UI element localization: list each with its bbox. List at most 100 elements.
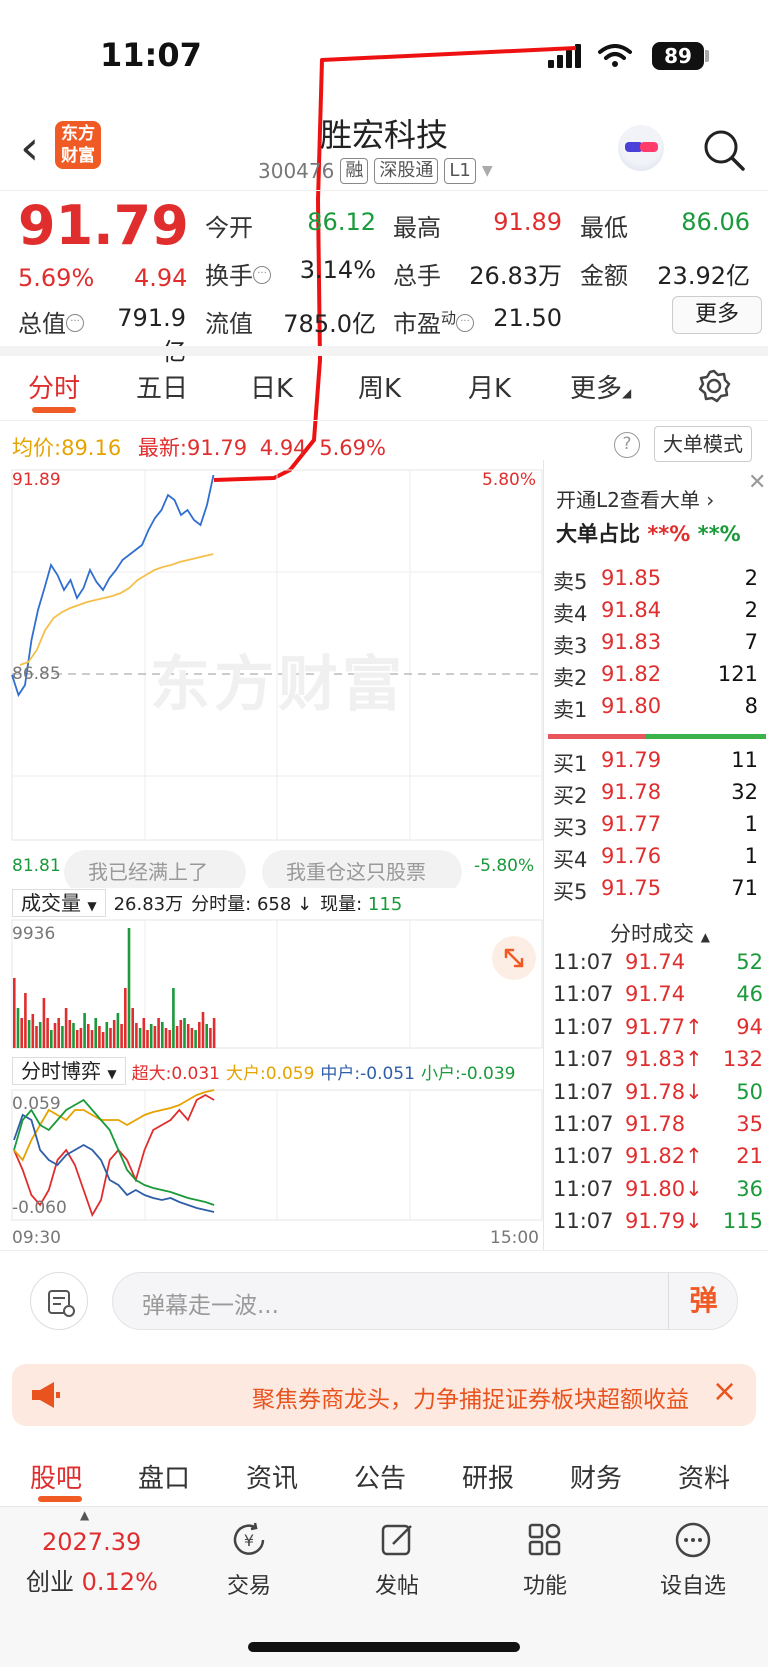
post-button[interactable]: 发帖 (342, 1516, 452, 1600)
volume-bar (64, 1008, 68, 1048)
volume-bar (50, 1030, 53, 1048)
index-value[interactable]: 2027.39 (42, 1528, 141, 1556)
volume-bar (138, 1028, 142, 1048)
volume-bar (127, 928, 131, 1048)
info-icon: ··· (253, 266, 271, 284)
help-icon[interactable]: ? (614, 432, 640, 458)
tab-profile[interactable]: 资料 (678, 1458, 730, 1495)
more-dots-icon (675, 1522, 711, 1558)
expand-icon[interactable] (492, 936, 536, 980)
tab-more[interactable]: 更多◢ (570, 368, 631, 405)
tab-finance[interactable]: 财务 (570, 1458, 622, 1495)
time-axis-end: 15:00 (490, 1228, 539, 1248)
volume-bar (83, 1013, 86, 1048)
add-watchlist-button[interactable]: 设自选 (638, 1516, 748, 1600)
tab-daily-k[interactable]: 日K (250, 368, 293, 405)
volume-bar (87, 1024, 90, 1048)
game-dropdown[interactable]: 分时博弈 ▼ (12, 1057, 126, 1085)
order-book-ratio-bar (548, 734, 766, 739)
stock-code-row[interactable]: 300476 融 深股通 L1 ▼ (258, 158, 493, 184)
time-axis-start: 09:30 (12, 1228, 61, 1248)
trade-button[interactable]: ¥ 交易 (194, 1516, 304, 1600)
trade-row: 11:07 91.83↑ 132 (553, 1047, 763, 1072)
tab-five-day[interactable]: 五日 (136, 368, 188, 405)
volume-bar (79, 1028, 83, 1048)
game-axis-max: 0.059 (12, 1094, 61, 1114)
volume-bar (72, 1023, 75, 1048)
price-axis-high: 91.89 (12, 470, 61, 490)
search-icon[interactable] (702, 128, 746, 172)
trade-row: 11:07 91.74 46 (553, 982, 763, 1007)
tag-connect: 深股通 (374, 158, 439, 184)
functions-button[interactable]: 功能 (490, 1516, 600, 1600)
tab-research[interactable]: 研报 (462, 1458, 514, 1495)
banner-text: 聚焦券商龙头，力争捕捉证券板块超额收益 (252, 1387, 689, 1413)
volume-bar (168, 1030, 171, 1048)
low-value: 86.06 (681, 208, 750, 236)
volume-dropdown[interactable]: 成交量 ▼ (12, 889, 106, 917)
panel-divider (543, 460, 544, 1250)
divider (0, 346, 768, 356)
trade-row: 11:07 91.78↓ 50 (553, 1079, 763, 1104)
home-indicator (248, 1642, 520, 1652)
big-order-mode-button[interactable]: 大单模式 (654, 426, 752, 462)
float-cap-value: 785.0亿 (283, 310, 376, 338)
float-cap-label: 流值 (205, 310, 253, 338)
tag-level: L1 (444, 158, 476, 184)
ask-row-1: 卖1 91.80 8 (553, 694, 758, 722)
volume-axis-max: 9936 (12, 924, 56, 944)
comment-list-icon[interactable] (30, 1272, 88, 1330)
index-name[interactable]: 创业 0.12% (26, 1562, 158, 1597)
volume-bar (24, 993, 27, 1048)
bid-row-2: 买2 91.78 32 (553, 780, 758, 808)
yen-icon: ¥ (233, 1522, 265, 1555)
volume-value: 26.83万 (469, 262, 562, 290)
tab-intraday[interactable]: 分时 (28, 368, 80, 405)
volume-bar (101, 1032, 105, 1048)
trades-title[interactable]: 分时成交 ▲ (610, 918, 710, 948)
tab-weekly-k[interactable]: 周K (358, 368, 401, 405)
tab-order-book[interactable]: 盘口 (138, 1458, 190, 1495)
danmu-button[interactable]: 弹 (668, 1272, 738, 1330)
market-cap-value: 791.9亿 (117, 304, 186, 366)
info-icon: ··· (456, 314, 475, 332)
more-button[interactable]: 更多 (672, 296, 762, 334)
tab-announcements[interactable]: 公告 (354, 1458, 406, 1495)
volume-bar (90, 1030, 94, 1048)
tab-monthly-k[interactable]: 月K (468, 368, 511, 405)
tab-underline (32, 407, 76, 413)
volume-bar (149, 1024, 153, 1048)
tab-forum[interactable]: 股吧 (30, 1458, 82, 1495)
chart-info-row: 均价:89.16 最新:91.79 4.94 5.69% (12, 436, 386, 460)
volume-bar (146, 1030, 149, 1048)
trade-row: 11:07 91.79↓ 115 (553, 1209, 763, 1234)
high-value: 91.89 (493, 208, 562, 236)
info-icon: ··· (66, 314, 84, 332)
bid-row-3: 买3 91.77 1 (553, 812, 758, 840)
change-value: 4.94 (134, 264, 188, 292)
ai-assistant-icon[interactable] (618, 125, 664, 171)
volume-bar (131, 1008, 134, 1048)
banner-close-icon[interactable]: × (712, 1374, 737, 1409)
volume-bar (13, 978, 16, 1048)
big-order-ratio: 大单占比 **% **% (556, 522, 741, 546)
turnover-value: 3.14% (299, 256, 376, 284)
pe-value: 21.50 (493, 304, 562, 332)
volume-bar (42, 998, 46, 1048)
change-percent: 5.69% (18, 264, 95, 292)
volume-bar (175, 1026, 179, 1048)
volume-bar (35, 1026, 38, 1048)
close-icon[interactable]: ✕ (748, 470, 766, 495)
volume-bar (135, 1023, 138, 1048)
grid-icon (528, 1523, 561, 1556)
volume-bar (120, 1024, 123, 1048)
tag-margin: 融 (340, 158, 369, 184)
amount-value: 23.92亿 (657, 262, 750, 290)
volume-bar (161, 1022, 164, 1048)
gear-icon[interactable] (696, 368, 732, 404)
l2-promo[interactable]: 开通L2查看大单 › (556, 484, 768, 513)
tab-news[interactable]: 资讯 (246, 1458, 298, 1495)
stock-code: 300476 (258, 159, 335, 183)
volume-bar (116, 1013, 120, 1048)
volume-bar (46, 1018, 49, 1048)
